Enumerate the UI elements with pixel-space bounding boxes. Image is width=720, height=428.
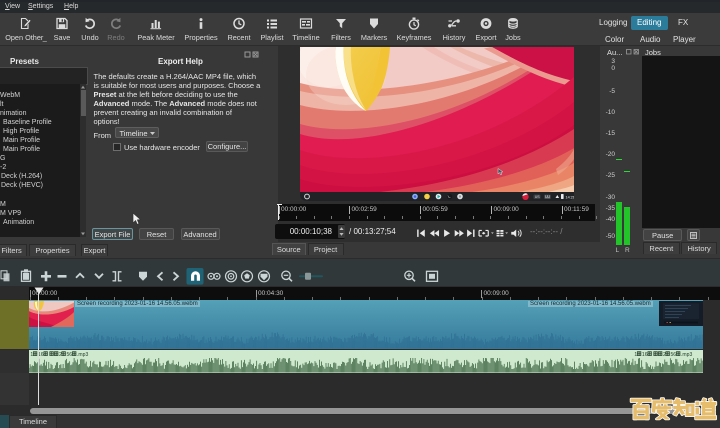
svg-text:US: US [535, 195, 541, 199]
svg-text:.mp3: .mp3 [77, 352, 88, 358]
svg-text:56: 56 [670, 352, 676, 358]
svg-text:1: 1 [634, 352, 637, 358]
svg-text:.mp3: .mp3 [681, 352, 692, 358]
svg-text:2: 2 [663, 352, 666, 358]
svg-text:2: 2 [59, 352, 62, 358]
svg-text:14:26: 14:26 [566, 195, 575, 199]
svg-text:56: 56 [66, 352, 72, 358]
svg-text:1: 1 [30, 352, 33, 358]
svg-text:16: 16 [642, 352, 648, 358]
